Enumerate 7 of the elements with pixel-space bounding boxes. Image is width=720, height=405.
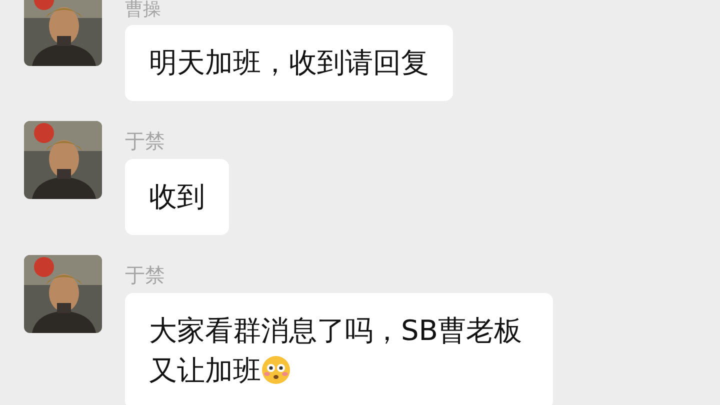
sender-name: 于禁	[125, 128, 165, 153]
message-bubble: 收到	[125, 159, 229, 235]
message-bubble: 大家看群消息了吗，SB曹老板又让加班	[125, 293, 553, 405]
flushed-face-icon	[261, 355, 291, 385]
sender-name: 曹操	[125, 0, 161, 20]
message-bubble: 明天加班，收到请回复	[125, 25, 453, 101]
sender-name: 于禁	[125, 262, 165, 287]
